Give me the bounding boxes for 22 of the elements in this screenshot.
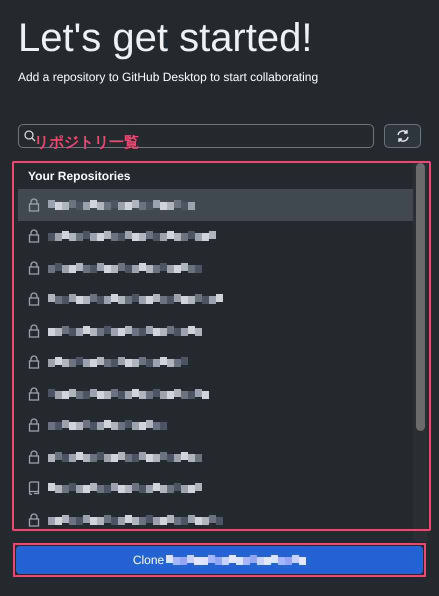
list-heading: Your Repositories (27, 168, 132, 185)
lock-icon (28, 260, 40, 275)
lock-icon (28, 450, 40, 464)
refresh-icon (396, 129, 410, 143)
lock-icon (28, 292, 40, 306)
repository-icon (28, 481, 40, 496)
lock-icon (28, 324, 40, 338)
lock-icon (28, 229, 40, 244)
page-title: Let's get started! (18, 15, 314, 62)
search-icon (24, 130, 36, 142)
subtitle: Add a repository to GitHub Desktop to start collaborating (18, 69, 320, 86)
lock-icon (28, 418, 40, 432)
clone-button[interactable]: Clone (16, 546, 423, 574)
lock-icon (28, 512, 40, 527)
refresh-button[interactable] (384, 124, 421, 148)
lock-icon (28, 386, 40, 401)
annotation-label: リポジトリ一覧 (34, 133, 139, 153)
repository-item[interactable] (18, 189, 413, 220)
lock-icon (28, 355, 40, 370)
search-field[interactable] (18, 124, 374, 148)
scrollbar[interactable] (413, 161, 427, 541)
lock-icon (28, 198, 40, 212)
